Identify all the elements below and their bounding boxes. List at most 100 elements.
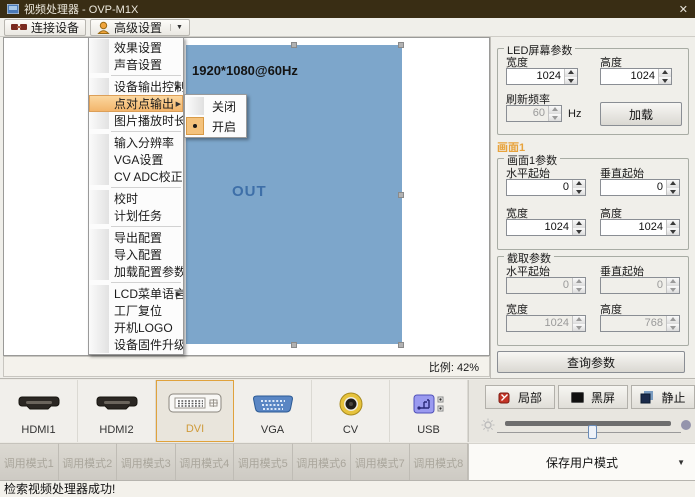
menu-item-label: VGA设置 xyxy=(109,151,163,168)
resize-handle-top-center[interactable] xyxy=(291,42,297,48)
preview-canvas[interactable]: 1920*1080@60Hz OUT xyxy=(3,37,490,356)
chevron-down-icon[interactable]: ▼ xyxy=(170,24,183,31)
menu-item-gutter xyxy=(89,112,109,129)
pic-height-spinner[interactable]: 1024 xyxy=(600,219,680,236)
led-width-spinner[interactable]: 1024 xyxy=(506,68,578,85)
pic-hstart-spinner[interactable]: 0 xyxy=(506,179,586,196)
recall-mode-button-7[interactable]: 调用模式7 xyxy=(351,443,410,481)
input-dvi[interactable]: DVI xyxy=(156,380,234,442)
brightness-slider-thumb[interactable] xyxy=(588,425,597,439)
recall-mode-button-1[interactable]: 调用模式1 xyxy=(0,443,59,481)
spinner-arrows-icon[interactable] xyxy=(666,180,679,195)
window-title: 视频处理器 - OVP-M1X xyxy=(24,1,138,17)
menu-item-16[interactable]: 加载配置参数 xyxy=(89,263,183,280)
menu-item-15[interactable]: 导入配置 xyxy=(89,246,183,263)
freeze-button[interactable]: 静止 xyxy=(631,385,695,409)
menu-item-gutter xyxy=(89,246,109,263)
menu-item-1[interactable]: 声音设置 xyxy=(89,56,183,73)
menu-item-label: 设备输出控制 xyxy=(109,78,183,95)
menu-item-7[interactable]: 输入分辨率 xyxy=(89,134,183,151)
recall-mode-button-8[interactable]: 调用模式8 xyxy=(410,443,469,481)
advanced-settings-button[interactable]: 高级设置 ▼ xyxy=(90,19,190,36)
menu-item-14[interactable]: 导出配置 xyxy=(89,229,183,246)
right-panel: LED屏幕参数 宽度 高度 1024 1024 刷新频率 60 Hz 加载 画面… xyxy=(490,37,695,378)
brightness-low-icon xyxy=(481,418,495,437)
connect-device-icon xyxy=(11,22,27,32)
menu-item-5[interactable]: 图片播放时长 xyxy=(89,112,183,129)
menu-item-8[interactable]: VGA设置 xyxy=(89,151,183,168)
connect-device-label: 连接设备 xyxy=(31,19,79,36)
spinner-arrows-icon[interactable] xyxy=(572,220,585,235)
menu-item-label: CV ADC校正 xyxy=(109,168,183,185)
connect-device-button[interactable]: 连接设备 xyxy=(4,19,86,36)
advanced-settings-menu: 效果设置声音设置设备输出控制▶点对点输出▶图片播放时长输入分辨率VGA设置CV … xyxy=(88,37,184,355)
recall-mode-button-5[interactable]: 调用模式5 xyxy=(234,443,293,481)
resize-handle-bottom-center[interactable] xyxy=(291,342,297,348)
advanced-settings-label: 高级设置 xyxy=(114,19,162,36)
rca-icon xyxy=(338,389,364,419)
close-icon[interactable]: ✕ xyxy=(679,3,688,16)
brightness-high-icon xyxy=(679,418,693,437)
input-cv[interactable]: CV xyxy=(312,380,390,442)
input-hdmi1[interactable]: HDMI1 xyxy=(0,380,78,442)
hdmi-icon xyxy=(95,389,139,419)
input-source-bar: HDMI1 HDMI2 DVI VGA xyxy=(0,380,468,442)
menu-item-12[interactable]: 计划任务 xyxy=(89,207,183,224)
menu-item-18[interactable]: LCD菜单语言▶ xyxy=(89,285,183,302)
menu-item-20[interactable]: 开机LOGO xyxy=(89,319,183,336)
chevron-down-icon[interactable]: ▼ xyxy=(677,458,685,467)
menu-item-9[interactable]: CV ADC校正 xyxy=(89,168,183,185)
menu-item-gutter xyxy=(89,134,109,151)
menu-item-label: LCD菜单语言 xyxy=(109,285,183,302)
output-window-rect[interactable]: 1920*1080@60Hz OUT xyxy=(186,45,402,344)
resize-handle-top-right[interactable] xyxy=(398,42,404,48)
spinner-arrows-icon[interactable] xyxy=(666,220,679,235)
spinner-arrows-icon[interactable] xyxy=(564,69,577,84)
black-screen-icon xyxy=(571,392,584,403)
load-button[interactable]: 加载 xyxy=(600,102,682,126)
menu-item-label: 校时 xyxy=(109,190,138,207)
resize-handle-right-middle[interactable] xyxy=(398,192,404,198)
toolbar: 连接设备 高级设置 ▼ xyxy=(0,18,695,37)
resize-handle-bottom-right[interactable] xyxy=(398,342,404,348)
black-screen-button[interactable]: 黑屏 xyxy=(558,385,628,409)
query-params-button[interactable]: 查询参数 xyxy=(497,351,685,373)
submenu-item-off[interactable]: 关闭 xyxy=(186,96,245,116)
menu-item-19[interactable]: 工厂复位 xyxy=(89,302,183,319)
recall-mode-button-3[interactable]: 调用模式3 xyxy=(117,443,176,481)
input-hdmi2[interactable]: HDMI2 xyxy=(78,380,156,442)
menu-item-gutter xyxy=(89,190,109,207)
recall-mode-button-2[interactable]: 调用模式2 xyxy=(59,443,118,481)
spinner-arrows-icon xyxy=(666,278,679,293)
out-label: OUT xyxy=(232,183,267,200)
save-user-mode-button[interactable]: 保存用户模式 ▼ xyxy=(468,443,695,481)
menu-item-gutter xyxy=(89,95,109,112)
menu-item-label: 导入配置 xyxy=(109,246,162,263)
partial-icon xyxy=(498,391,511,404)
spinner-arrows-icon xyxy=(572,278,585,293)
spinner-arrows-icon[interactable] xyxy=(572,180,585,195)
output-controls: 局部 黑屏 静止 xyxy=(468,380,695,442)
pic-width-spinner[interactable]: 1024 xyxy=(506,219,586,236)
recall-mode-button-6[interactable]: 调用模式6 xyxy=(293,443,352,481)
picture1-params-group: 画面1参数 水平起始 垂直起始 0 0 宽度 高度 1024 1024 xyxy=(497,158,689,250)
input-usb[interactable]: USB xyxy=(390,380,468,442)
menu-item-3[interactable]: 设备输出控制▶ xyxy=(89,78,183,95)
app-icon xyxy=(7,4,19,14)
recall-mode-button-4[interactable]: 调用模式4 xyxy=(176,443,235,481)
input-vga[interactable]: VGA xyxy=(234,380,312,442)
freeze-icon xyxy=(640,390,654,404)
led-height-spinner[interactable]: 1024 xyxy=(600,68,672,85)
menu-item-0[interactable]: 效果设置 xyxy=(89,39,183,56)
menu-item-gutter xyxy=(89,229,109,246)
usb-icon xyxy=(412,389,446,419)
menu-item-gutter xyxy=(89,151,109,168)
spinner-arrows-icon[interactable] xyxy=(658,69,671,84)
menu-item-11[interactable]: 校时 xyxy=(89,190,183,207)
cap-hstart-spinner: 0 xyxy=(506,277,586,294)
pic-vstart-spinner[interactable]: 0 xyxy=(600,179,680,196)
submenu-item-on[interactable]: 开启 xyxy=(186,116,245,136)
menu-item-4[interactable]: 点对点输出▶ xyxy=(89,95,183,112)
partial-button[interactable]: 局部 xyxy=(485,385,555,409)
menu-item-21[interactable]: 设备固件升级 xyxy=(89,336,183,353)
